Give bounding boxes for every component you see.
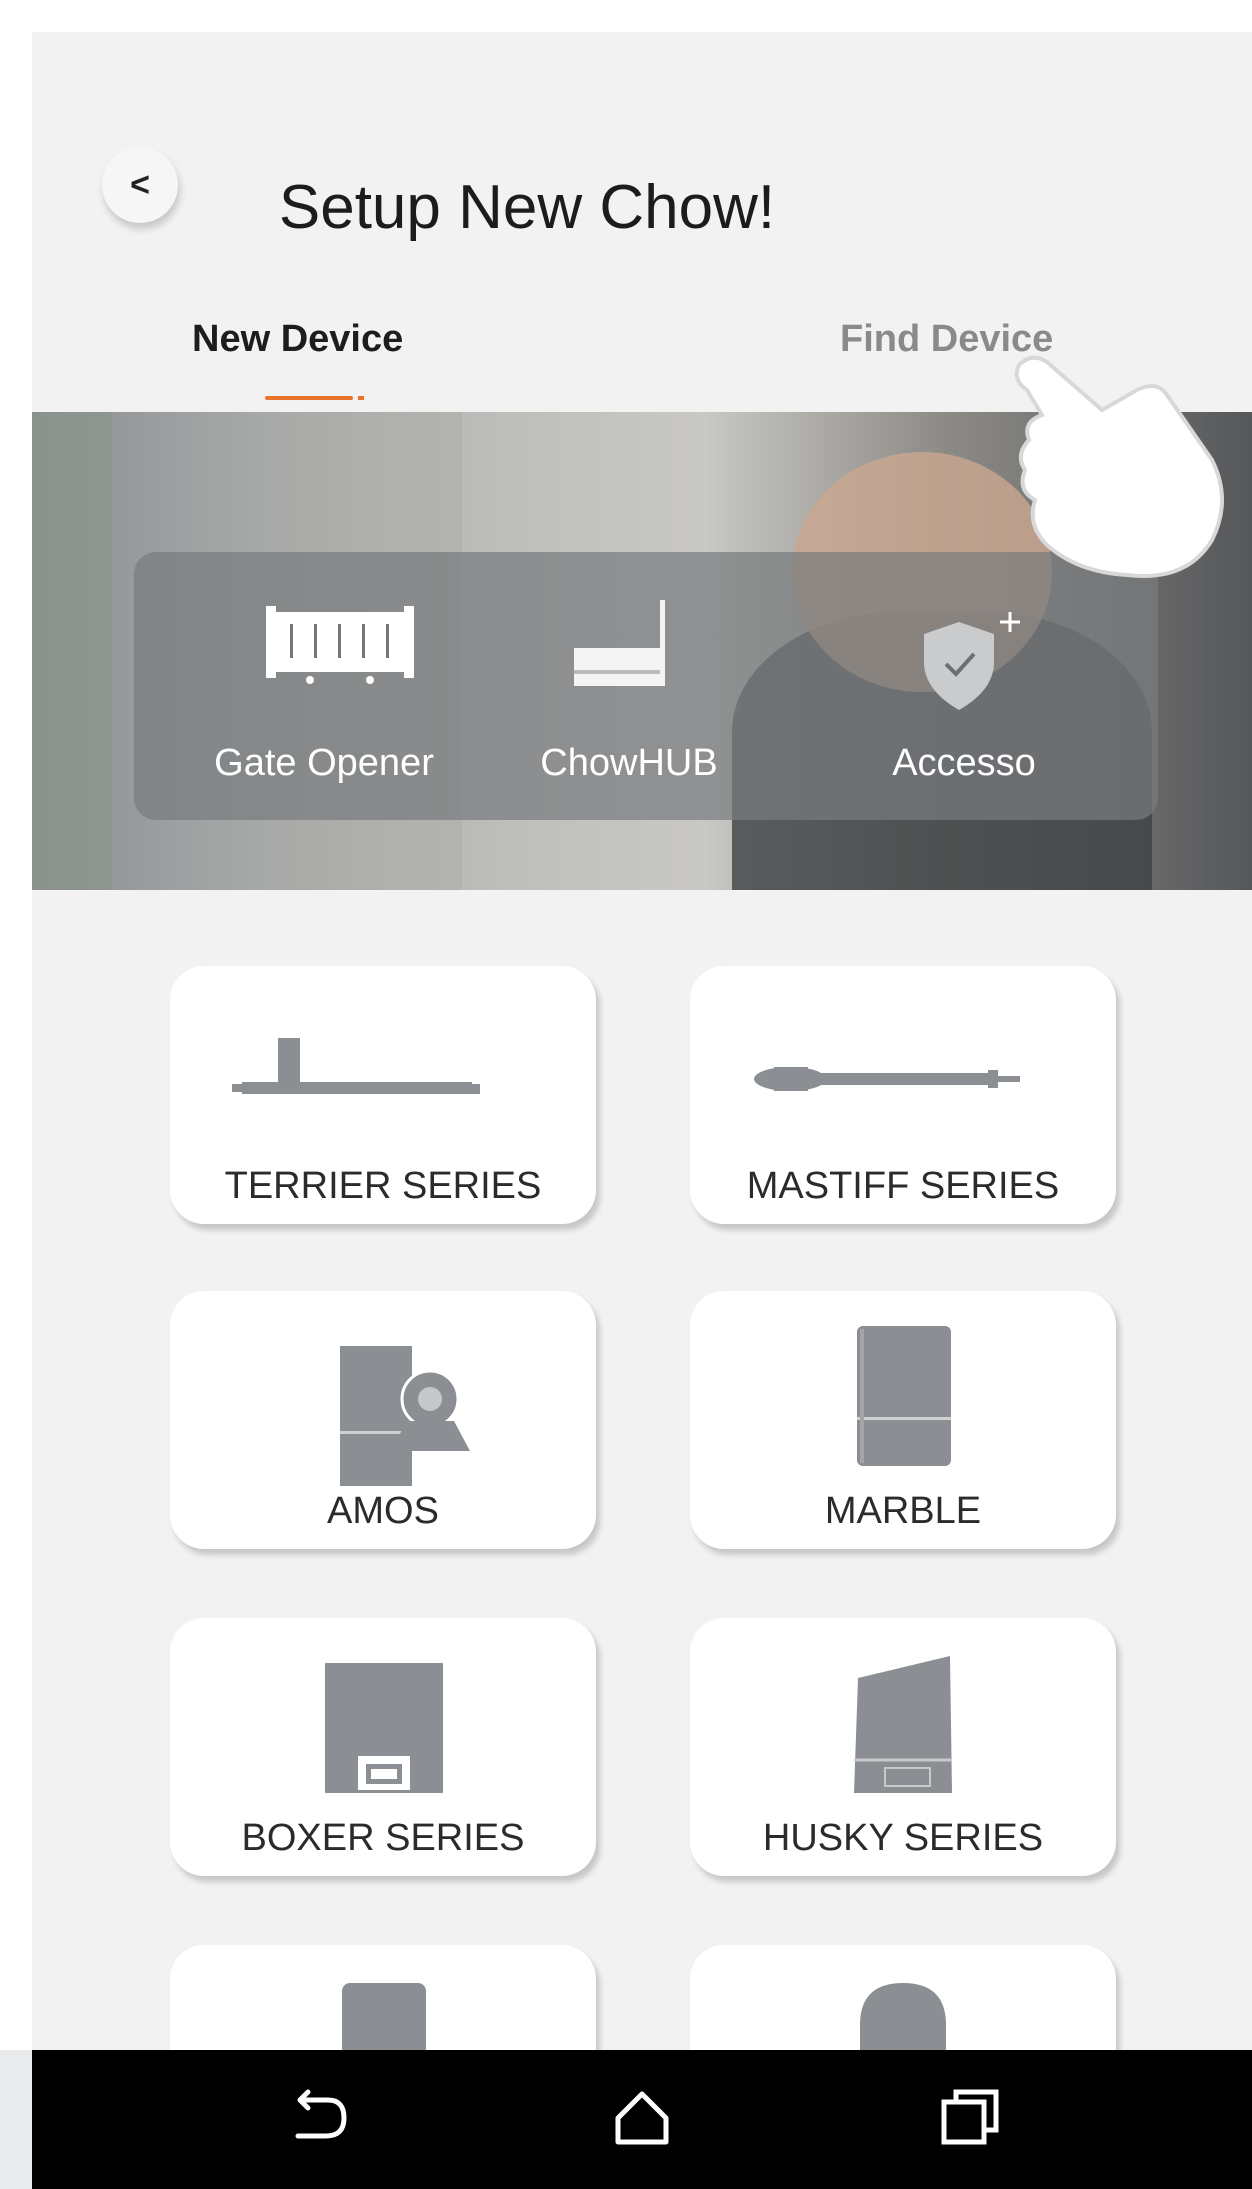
device-card-marble[interactable]: MARBLE bbox=[690, 1291, 1116, 1549]
back-chevron-icon: < bbox=[130, 165, 150, 204]
device-grid: TERRIER SERIES MASTIFF SERIES AMOS MARBL… bbox=[32, 890, 1252, 2080]
back-button[interactable]: < bbox=[102, 147, 178, 223]
recents-icon[interactable] bbox=[930, 2078, 1010, 2158]
category-accessory[interactable]: Accesso bbox=[814, 552, 1114, 820]
device-card-terrier[interactable]: TERRIER SERIES bbox=[170, 966, 596, 1224]
device-card-boxer[interactable]: BOXER SERIES bbox=[170, 1618, 596, 1876]
active-tab-indicator bbox=[265, 396, 353, 400]
device-label: TERRIER SERIES bbox=[224, 1165, 542, 1207]
device-label: HUSKY SERIES bbox=[762, 1817, 1044, 1859]
active-tab-indicator-dot bbox=[358, 396, 364, 400]
device-label: MASTIFF SERIES bbox=[746, 1165, 1060, 1207]
home-icon[interactable] bbox=[602, 2078, 682, 2158]
category-panel: Gate Opener ChowHUB Accesso bbox=[134, 552, 1158, 820]
category-label: ChowHUB bbox=[540, 742, 718, 784]
app-screen: < Setup New Chow! New Device Find Device bbox=[32, 32, 1252, 2189]
hub-icon bbox=[574, 600, 665, 686]
back-icon[interactable] bbox=[280, 2078, 360, 2158]
category-label: Accesso bbox=[892, 742, 1036, 784]
boxer-box-icon bbox=[325, 1663, 443, 1793]
background-strip bbox=[0, 2050, 32, 2189]
category-chowhub[interactable]: ChowHUB bbox=[479, 552, 779, 820]
device-label: BOXER SERIES bbox=[241, 1817, 525, 1859]
device-card-amos[interactable]: AMOS bbox=[170, 1291, 596, 1549]
device-label: MARBLE bbox=[824, 1490, 982, 1532]
marble-box-icon bbox=[857, 1326, 951, 1466]
category-gate-opener[interactable]: Gate Opener bbox=[174, 552, 474, 820]
page-title: Setup New Chow! bbox=[278, 173, 776, 242]
tab-new-device[interactable]: New Device bbox=[192, 318, 403, 361]
gate-icon bbox=[266, 606, 414, 684]
device-card-mastiff[interactable]: MASTIFF SERIES bbox=[690, 966, 1116, 1224]
husky-box-icon bbox=[854, 1656, 952, 1793]
device-label: AMOS bbox=[327, 1490, 439, 1532]
mastiff-arm-icon bbox=[754, 1067, 1020, 1091]
hero-background bbox=[32, 412, 112, 890]
category-label: Gate Opener bbox=[214, 742, 434, 784]
device-card-husky[interactable]: HUSKY SERIES bbox=[690, 1618, 1116, 1876]
amos-camera-icon bbox=[340, 1346, 470, 1486]
tap-hand-icon bbox=[1014, 355, 1224, 578]
terrier-arm-icon bbox=[232, 1038, 480, 1094]
system-nav-bar bbox=[32, 2050, 1252, 2189]
